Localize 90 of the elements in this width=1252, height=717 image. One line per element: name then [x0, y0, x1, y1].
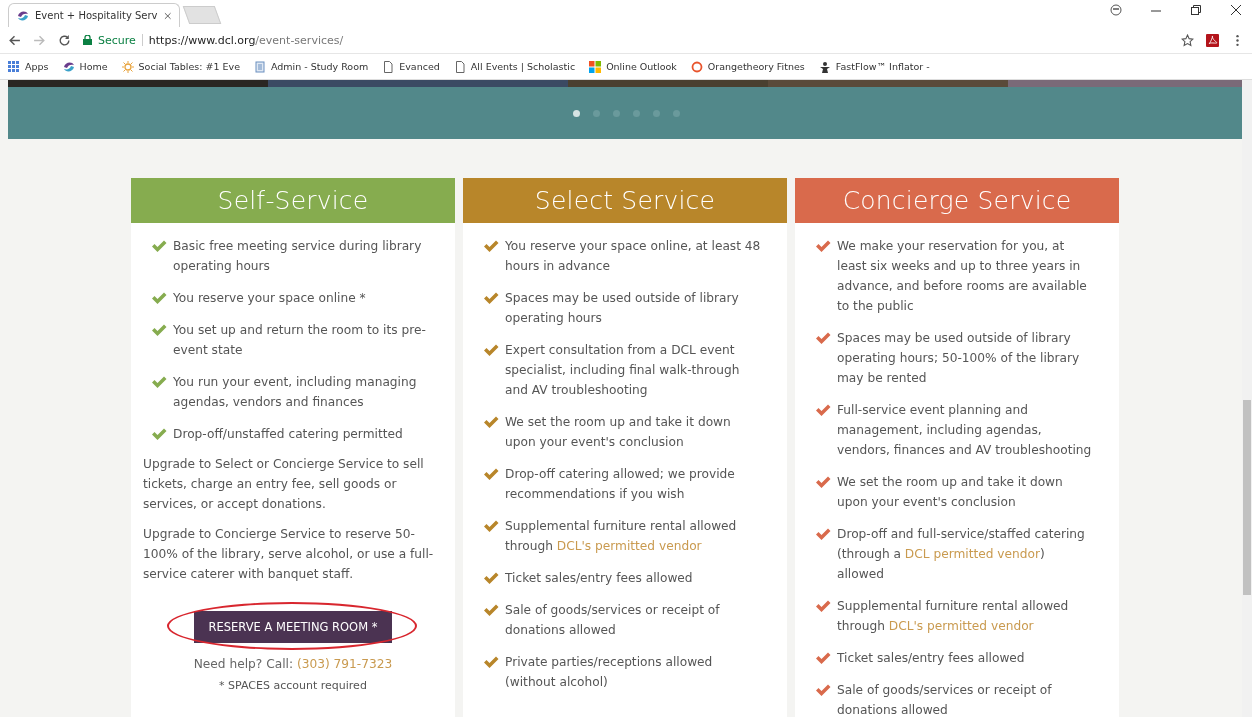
check-icon — [483, 239, 499, 253]
feature-text: Supplemental furniture rental allowed through DCL's permitted vendor — [505, 518, 738, 555]
help-text: Need help? Call: (303) 791-7323 — [193, 657, 393, 671]
sun-icon — [121, 60, 134, 73]
check-icon — [815, 239, 831, 253]
feature-text: You reserve your space online, at least 48 hours in advance — [505, 238, 762, 275]
new-tab-button[interactable] — [182, 6, 222, 24]
carousel-dot[interactable] — [612, 109, 620, 117]
plan-title: Self-Service — [131, 178, 455, 223]
upgrade-note: Upgrade to Select or Concierge Service to sell tickets, charge an entry fee, sell goods or services, or accept donations. — [142, 456, 425, 513]
scrollbar-thumb[interactable] — [1243, 400, 1251, 595]
feature-text: Basic free meeting service during library operating hours — [173, 238, 423, 275]
pdf-extension-icon[interactable] — [1206, 33, 1219, 47]
plan-title: Concierge Service — [795, 178, 1119, 223]
lock-icon — [83, 35, 92, 45]
check-icon — [815, 331, 831, 345]
back-arrow-icon[interactable] — [8, 33, 21, 47]
reserve-button[interactable]: RESERVE A MEETING ROOM * — [193, 611, 393, 643]
bookmark-link[interactable]: Social Tables: #1 Eve — [138, 61, 240, 72]
check-icon — [815, 527, 831, 541]
feature-text: Private parties/receptions allowed (without alcohol) — [505, 654, 714, 691]
carousel-dot[interactable] — [572, 109, 580, 117]
check-icon — [483, 603, 499, 617]
check-icon — [483, 655, 499, 669]
check-icon — [815, 683, 831, 697]
feature-text: Spaces may be used outside of library operating hours; 50-100% of the library may be rented — [837, 330, 1081, 387]
four-tiles-icon — [589, 60, 602, 73]
check-icon — [815, 599, 831, 613]
check-icon — [483, 467, 499, 481]
upgrade-note: Upgrade to Concierge Service to reserve 50-100% of the library, serve alcohol, or use a full-service caterer with banquet staff. — [142, 526, 435, 583]
feature-text: You run your event, including managing agendas, vendors and finances — [173, 374, 418, 411]
feature-text: Drop-off/unstaffed catering permitted — [173, 426, 403, 443]
check-icon — [483, 291, 499, 305]
forward-arrow-icon[interactable] — [33, 33, 46, 47]
carousel-dot[interactable] — [672, 109, 680, 117]
check-icon — [151, 375, 167, 389]
carousel-dot[interactable] — [652, 109, 660, 117]
check-icon — [483, 415, 499, 429]
feature-text: Expert consultation from a DCL event specialist, including final walk-through and AV troubleshooting — [505, 342, 741, 399]
check-icon — [483, 343, 499, 357]
feature-text: Sale of goods/services or receipt of donations allowed — [505, 602, 721, 639]
feature-text: You set up and return the room to its pre-event state — [173, 322, 427, 359]
plan-title: Select Service — [463, 178, 787, 223]
bookmark-link[interactable]: Home — [79, 61, 108, 72]
url-field[interactable]: https://www.dcl.org/event-services/ — [148, 33, 344, 47]
restore-icon[interactable] — [1190, 4, 1202, 16]
feature-text: Ticket sales/entry fees allowed — [837, 650, 1025, 667]
bookmark-link[interactable]: Online Outlook — [606, 61, 677, 72]
swirl-logo-icon — [17, 9, 29, 22]
feature-text: You reserve your space online * — [173, 290, 366, 307]
footnote: * SPACES account required — [219, 679, 367, 692]
ring-icon — [690, 60, 703, 73]
feature-text: Ticket sales/entry fees allowed — [505, 570, 693, 587]
bookmark-link[interactable]: Evanced — [399, 61, 440, 72]
feature-text: We set the room up and take it down upon your event's conclusion — [837, 474, 1064, 511]
apps-grid-icon — [8, 60, 20, 73]
feature-text: We make your reservation for you, at least six weeks and up to three years in advance, and before rooms are available to the public — [837, 238, 1088, 315]
close-icon[interactable] — [1230, 4, 1242, 16]
feature-text: Spaces may be used outside of library operating hours — [505, 290, 740, 327]
feature-text: Drop-off and full-service/staffed catering (through a DCL permitted vendor) allowed — [837, 526, 1086, 583]
check-icon — [483, 571, 499, 585]
feature-text: We set the room up and take it down upon your event's conclusion — [505, 414, 732, 451]
check-icon — [483, 519, 499, 533]
bookmark-link[interactable]: Orangetheory Fitnes — [707, 61, 805, 72]
swirl-logo-icon — [62, 60, 75, 73]
check-icon — [151, 427, 167, 441]
check-icon — [815, 651, 831, 665]
bookmark-link[interactable]: Admin - Study Room — [271, 61, 369, 72]
document-icon — [254, 60, 266, 73]
figure-icon — [818, 60, 831, 73]
check-icon — [151, 323, 167, 337]
carousel-dot[interactable] — [632, 109, 640, 117]
secure-label: Secure — [98, 33, 136, 47]
feature-text: Drop-off catering allowed; we provide recommendations if you wish — [505, 466, 736, 503]
check-icon — [815, 475, 831, 489]
page-icon — [453, 60, 466, 73]
bookmark-link[interactable]: FastFlow™ Inflator - — [835, 61, 930, 72]
profile-icon[interactable] — [1110, 4, 1122, 16]
check-icon — [151, 239, 167, 253]
feature-text: Sale of goods/services or receipt of donations allowed — [837, 682, 1053, 717]
feature-text: Supplemental furniture rental allowed through DCL's permitted vendor — [837, 598, 1070, 635]
star-icon[interactable] — [1181, 33, 1194, 47]
bookmark-link[interactable]: Apps — [25, 61, 49, 72]
check-icon — [151, 291, 167, 305]
check-icon — [815, 403, 831, 417]
feature-text: Full-service event planning and management, including agendas, vendors, finances and AV troubleshooting — [837, 402, 1093, 459]
reload-icon[interactable] — [58, 33, 71, 47]
carousel-dot[interactable] — [592, 109, 600, 117]
bookmark-link[interactable]: All Events | Scholastic — [470, 61, 576, 72]
page-icon — [382, 60, 395, 73]
